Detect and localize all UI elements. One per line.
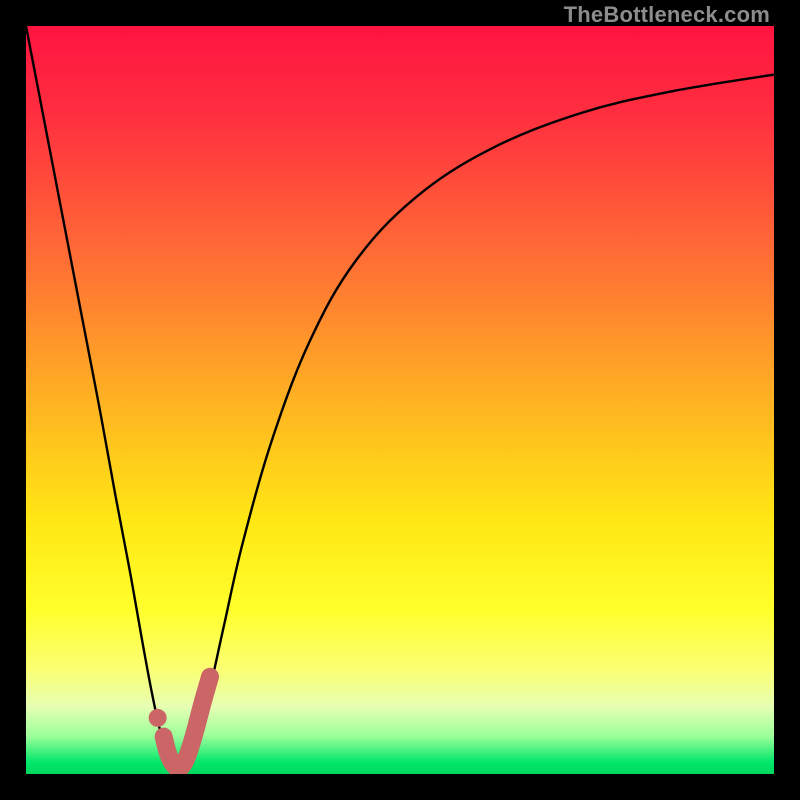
chart-frame: TheBottleneck.com <box>0 0 800 800</box>
watermark-label: TheBottleneck.com <box>564 2 770 28</box>
bottleneck-curve <box>26 26 774 774</box>
plot-area <box>26 26 774 774</box>
